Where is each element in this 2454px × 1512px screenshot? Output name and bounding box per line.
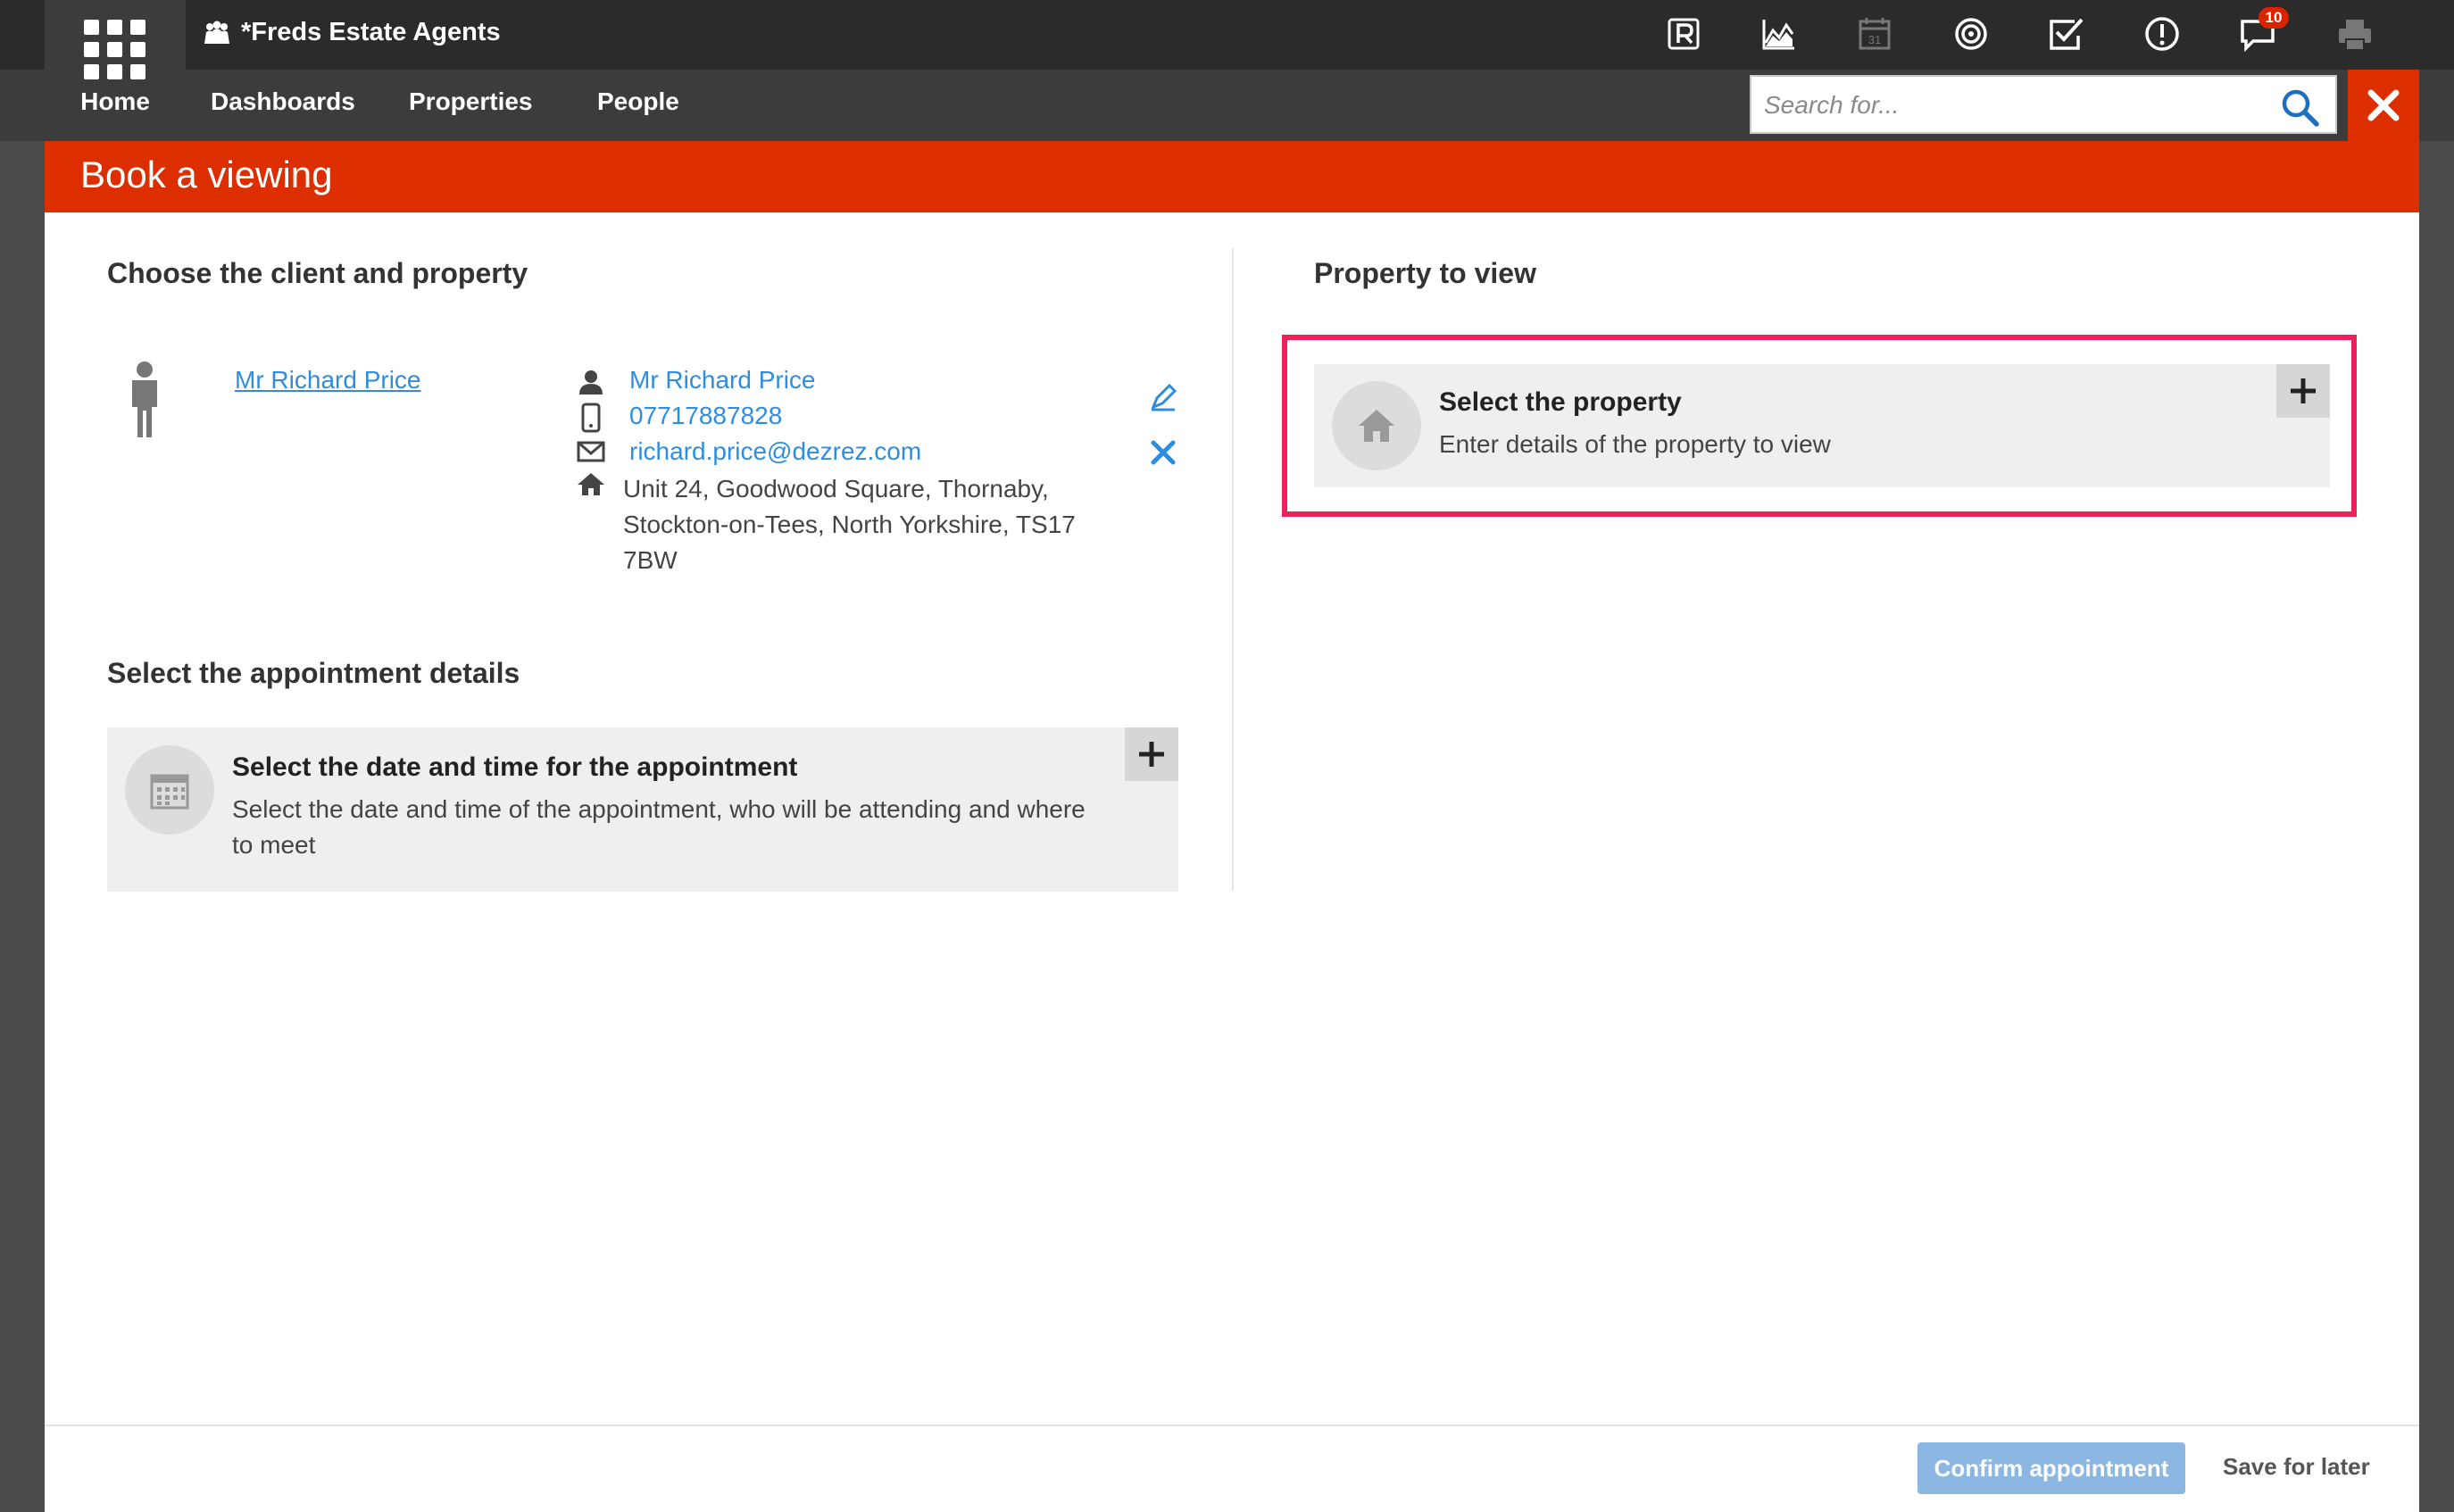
appointment-card[interactable]: Select the date and time for the appoint…: [107, 727, 1178, 892]
address-text: Unit 24, Goodwood Square, Thornaby, Stoc…: [623, 471, 1076, 578]
email-link[interactable]: richard.price@dezrez.com: [629, 437, 921, 466]
modal-header: Book a viewing: [45, 141, 2419, 212]
person-icon: [132, 361, 157, 437]
property-section-heading: Property to view: [1314, 257, 1536, 289]
phone-link[interactable]: 07717887828: [629, 402, 782, 430]
chart-icon[interactable]: [1757, 12, 1800, 55]
edit-icon[interactable]: [1148, 382, 1178, 412]
book-viewing-modal: Book a viewing Choose the client and pro…: [45, 141, 2419, 1512]
modal-title: Book a viewing: [80, 154, 333, 195]
property-highlight-outline: [1282, 335, 2357, 517]
close-panel-button[interactable]: [2348, 70, 2419, 141]
appointment-section-heading: Select the appointment details: [107, 657, 520, 689]
nav-properties[interactable]: Properties: [409, 87, 533, 116]
appointment-card-title: Select the date and time for the appoint…: [232, 752, 798, 782]
address-line-3: 7BW: [623, 546, 678, 574]
agency-title-text: *Freds Estate Agents: [241, 18, 501, 46]
nav-people[interactable]: People: [597, 87, 679, 116]
alert-icon[interactable]: [2141, 12, 2184, 55]
calendar-icon: [150, 774, 189, 810]
appointment-desc-line-1: Select the date and time of the appointm…: [232, 795, 1086, 823]
search-input[interactable]: [1762, 84, 2266, 127]
client-section-heading: Choose the client and property: [107, 257, 528, 289]
search-icon[interactable]: [2278, 86, 2321, 129]
notification-badge: 10: [2259, 7, 2289, 29]
calendar-circle: [125, 745, 214, 835]
search-box[interactable]: [1750, 75, 2337, 134]
add-appointment-button[interactable]: [1125, 727, 1178, 781]
column-divider: [1232, 248, 1234, 891]
phone-icon: [581, 403, 601, 433]
save-for-later-link[interactable]: Save for later: [2223, 1453, 2370, 1481]
appointment-card-desc: Select the date and time of the appointm…: [232, 792, 1125, 863]
printer-icon[interactable]: [2333, 12, 2376, 55]
people-icon: [204, 21, 229, 44]
plus-icon: [1139, 742, 1164, 767]
envelope-icon: [577, 441, 605, 462]
remove-icon[interactable]: [1148, 437, 1178, 468]
client-link[interactable]: Mr Richard Price: [235, 366, 420, 395]
footer-divider: [45, 1425, 2419, 1426]
nav-dashboards[interactable]: Dashboards: [211, 87, 355, 116]
address-line-1: Unit 24, Goodwood Square, Thornaby,: [623, 475, 1049, 503]
nav-home-label[interactable]: Home: [45, 87, 186, 116]
checkbox-icon[interactable]: [2044, 12, 2087, 55]
agency-title[interactable]: *Freds Estate Agents: [202, 18, 501, 47]
r-logo-icon[interactable]: [1662, 12, 1705, 55]
svg-text:31: 31: [1868, 33, 1881, 46]
home-icon: [578, 473, 604, 495]
apps-grid-icon: [84, 20, 146, 80]
address-line-2: Stockton-on-Tees, North Yorkshire, TS17: [623, 511, 1076, 538]
confirm-appointment-button[interactable]: Confirm appointment: [1917, 1442, 2185, 1494]
home-nav-item[interactable]: [45, 0, 186, 141]
appointment-desc-line-2: to meet: [232, 831, 316, 859]
close-icon: [2367, 89, 2400, 121]
user-icon: [579, 370, 603, 395]
target-icon[interactable]: [1950, 12, 1992, 55]
contact-name-link[interactable]: Mr Richard Price: [629, 366, 815, 395]
calendar-icon[interactable]: 31: [1853, 12, 1896, 55]
